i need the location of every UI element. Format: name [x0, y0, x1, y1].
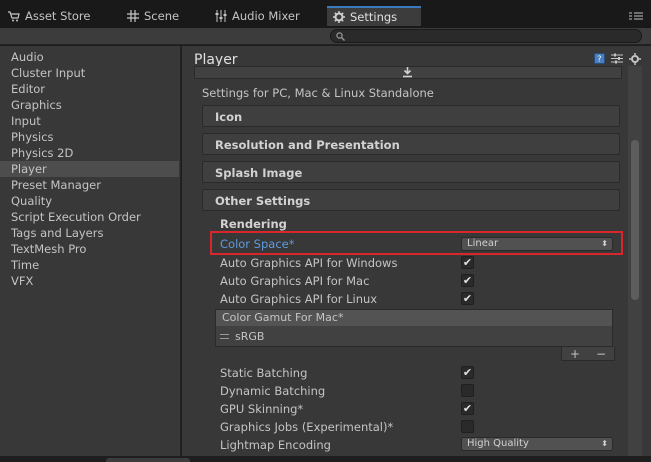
add-item-button[interactable]: + — [570, 347, 580, 361]
checkmark-icon: ✔ — [462, 366, 473, 379]
svg-text:?: ? — [597, 55, 601, 64]
tab-label: Asset Store — [25, 9, 91, 23]
auto-graphics-api-mac-checkbox[interactable]: ✔ — [461, 274, 474, 287]
sidebar-item-tags-and-layers[interactable]: Tags and Layers — [0, 225, 179, 241]
sidebar-item-graphics[interactable]: Graphics — [0, 97, 179, 113]
section-icon[interactable]: Icon — [202, 105, 620, 127]
highlight-annotation-box — [210, 231, 623, 255]
download-icon[interactable] — [402, 67, 413, 81]
color-gamut-list: Color Gamut For Mac* sRGB — [215, 309, 613, 347]
auto-graphics-api-linux-checkbox[interactable]: ✔ — [461, 292, 474, 305]
search-toolbar — [0, 28, 651, 45]
graphics-jobs-label: Graphics Jobs (Experimental)* — [220, 420, 394, 434]
auto-graphics-api-mac-label: Auto Graphics API for Mac — [220, 274, 370, 288]
tab-menu-icon[interactable] — [629, 10, 643, 23]
gpu-skinning-checkbox[interactable]: ✔ — [461, 402, 474, 415]
search-icon — [336, 31, 345, 44]
settings-sidebar: Audio Cluster Input Editor Graphics Inpu… — [0, 46, 181, 456]
sidebar-item-player[interactable]: Player — [0, 161, 179, 177]
gear-icon — [333, 11, 345, 23]
gpu-skinning-label: GPU Skinning* — [220, 402, 304, 416]
sidebar-item-vfx[interactable]: VFX — [0, 273, 179, 289]
sidebar-item-script-execution-order[interactable]: Script Execution Order — [0, 209, 179, 225]
lightmap-encoding-value: High Quality — [467, 438, 529, 449]
section-label: Resolution and Presentation — [215, 138, 400, 152]
tab-label: Scene — [144, 9, 180, 23]
sidebar-item-quality[interactable]: Quality — [0, 193, 179, 209]
lightmap-encoding-dropdown[interactable]: High Quality ⬍ — [461, 437, 613, 451]
auto-graphics-api-windows-checkbox[interactable]: ✔ — [461, 256, 474, 269]
section-splash-image[interactable]: Splash Image — [202, 161, 620, 183]
dropdown-arrows-icon: ⬍ — [601, 439, 608, 448]
sidebar-item-preset-manager[interactable]: Preset Manager — [0, 177, 179, 193]
section-other-settings[interactable]: Other Settings — [202, 189, 620, 211]
sidebar-item-editor[interactable]: Editor — [0, 81, 179, 97]
checkmark-icon: ✔ — [462, 402, 473, 415]
tab-audio-mixer[interactable]: Audio Mixer — [209, 6, 306, 26]
sidebar-item-time[interactable]: Time — [0, 257, 179, 273]
static-batching-label: Static Batching — [220, 366, 308, 380]
section-label: Other Settings — [215, 194, 311, 208]
search-input[interactable] — [330, 29, 642, 43]
checkmark-icon: ✔ — [462, 274, 473, 287]
section-label: Splash Image — [215, 166, 303, 180]
static-batching-checkbox[interactable]: ✔ — [461, 366, 474, 379]
sidebar-item-cluster-input[interactable]: Cluster Input — [0, 65, 179, 81]
platform-tabs-strip — [194, 66, 622, 79]
checkmark-icon: ✔ — [462, 292, 473, 305]
graphics-jobs-checkbox[interactable] — [461, 420, 474, 433]
color-gamut-header: Color Gamut For Mac* — [216, 310, 612, 326]
color-gamut-item: sRGB — [235, 329, 265, 343]
scrollbar-thumb[interactable] — [631, 140, 639, 300]
lightmap-encoding-label: Lightmap Encoding — [220, 438, 331, 452]
tab-bar: Asset Store Scene Audio Mixer Settings — [0, 0, 651, 28]
list-item[interactable]: sRGB — [216, 326, 612, 346]
dynamic-batching-label: Dynamic Batching — [220, 384, 326, 398]
drag-handle-icon[interactable] — [220, 333, 229, 339]
sidebar-item-physics[interactable]: Physics — [0, 129, 179, 145]
cart-icon — [8, 10, 20, 22]
vertical-scrollbar[interactable] — [628, 66, 642, 456]
tab-scene[interactable]: Scene — [121, 6, 185, 26]
auto-graphics-api-windows-label: Auto Graphics API for Windows — [220, 256, 398, 270]
platform-label: Settings for PC, Mac & Linux Standalone — [202, 86, 434, 100]
section-resolution-and-presentation[interactable]: Resolution and Presentation — [202, 133, 620, 155]
grid-icon — [127, 10, 139, 22]
sidebar-item-textmesh-pro[interactable]: TextMesh Pro — [0, 241, 179, 257]
mixer-icon — [215, 10, 227, 22]
list-add-remove-footer: + − — [561, 347, 615, 361]
bottom-dock — [0, 456, 651, 462]
remove-item-button[interactable]: − — [596, 347, 606, 361]
auto-graphics-api-linux-label: Auto Graphics API for Linux — [220, 292, 378, 306]
bottom-tab[interactable] — [106, 458, 190, 462]
tab-settings[interactable]: Settings — [327, 6, 421, 26]
sidebar-item-physics-2d[interactable]: Physics 2D — [0, 145, 179, 161]
tab-label: Audio Mixer — [232, 9, 300, 23]
section-label: Icon — [215, 110, 243, 124]
dynamic-batching-checkbox[interactable] — [461, 384, 474, 397]
rendering-heading: Rendering — [220, 217, 287, 231]
checkmark-icon: ✔ — [462, 256, 473, 269]
tab-asset-store[interactable]: Asset Store — [2, 6, 97, 26]
tab-label: Settings — [350, 10, 398, 24]
sidebar-item-input[interactable]: Input — [0, 113, 179, 129]
sidebar-item-audio[interactable]: Audio — [0, 49, 179, 65]
